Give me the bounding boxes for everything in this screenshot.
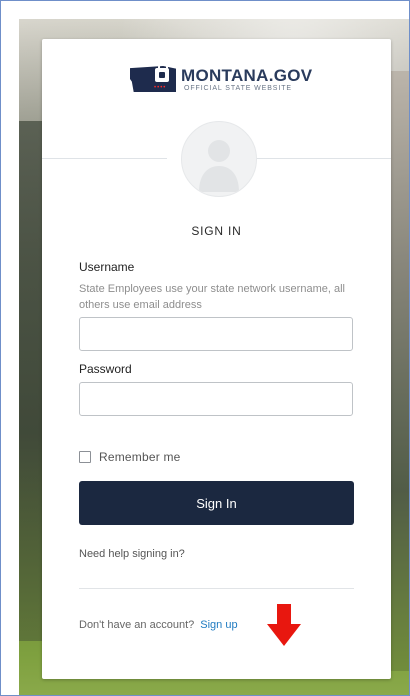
signup-prompt: Don't have an account? xyxy=(79,619,195,631)
logo-subtitle: OFFICIAL STATE WEBSITE xyxy=(184,85,292,92)
screenshot-frame: •••• MONTANA.GOV OFFICIAL STATE WEBSITE … xyxy=(0,0,410,696)
lock-icon xyxy=(155,63,169,82)
logo-title: MONTANA.GOV xyxy=(181,66,313,85)
footer-divider xyxy=(79,588,354,589)
username-label: Username xyxy=(79,260,135,274)
header-divider-right xyxy=(256,158,391,159)
signup-row: Don't have an account? Sign up xyxy=(79,619,238,631)
montana-gov-logo: •••• MONTANA.GOV OFFICIAL STATE WEBSITE xyxy=(130,63,312,95)
sign-in-heading: SIGN IN xyxy=(191,224,242,238)
remember-me-label[interactable]: Remember me xyxy=(99,450,181,464)
user-avatar-icon xyxy=(181,121,257,197)
background-right-slope xyxy=(389,71,409,671)
montana-map-icon xyxy=(130,66,176,92)
sign-up-link[interactable]: Sign up xyxy=(200,619,237,631)
password-input[interactable] xyxy=(79,382,353,416)
password-label: Password xyxy=(79,362,132,376)
remember-me-option[interactable]: Remember me xyxy=(79,450,181,464)
sign-in-button[interactable]: Sign In xyxy=(79,481,354,525)
red-down-arrow-icon xyxy=(267,604,301,646)
header-divider-left xyxy=(42,158,167,159)
help-signing-in-link[interactable]: Need help signing in? xyxy=(79,548,185,560)
sign-in-card: •••• MONTANA.GOV OFFICIAL STATE WEBSITE … xyxy=(42,39,391,679)
username-help-text: State Employees use your state network u… xyxy=(79,283,345,311)
remember-me-checkbox[interactable] xyxy=(79,451,91,463)
username-input[interactable] xyxy=(79,317,353,351)
logo-dots: •••• xyxy=(154,85,167,91)
